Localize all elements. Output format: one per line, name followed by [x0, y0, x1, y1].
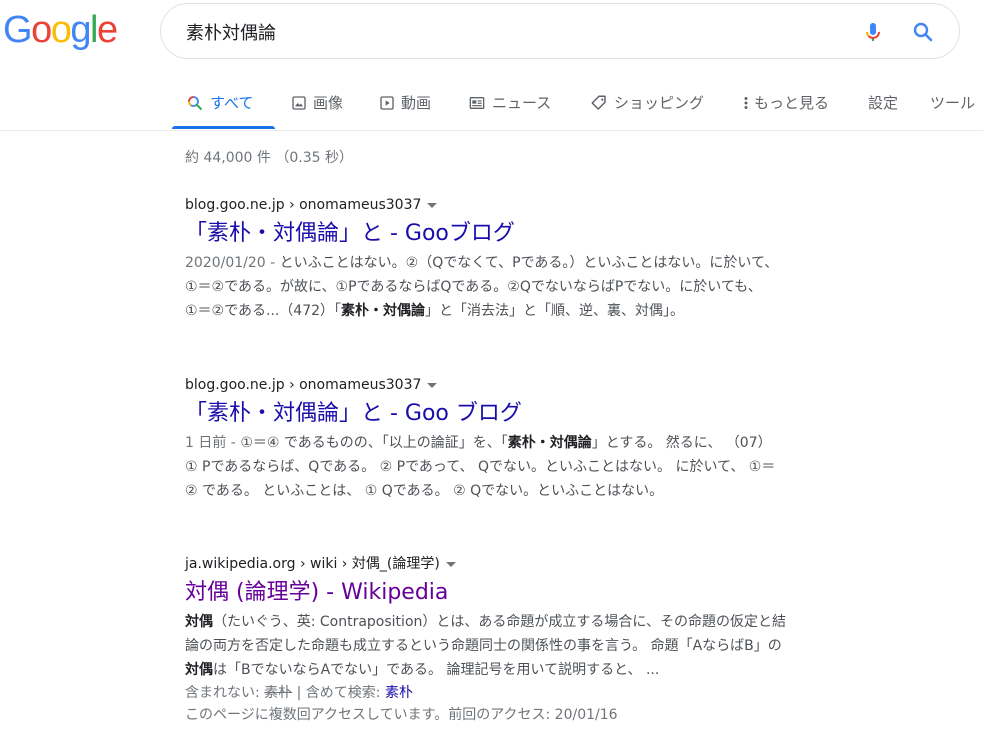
dropdown-arrow-icon[interactable]: [445, 561, 456, 567]
tab-settings[interactable]: 設定: [868, 92, 898, 113]
more-vert-icon: [744, 96, 748, 109]
result-date: 2020/01/20 -: [185, 255, 280, 271]
search-icon: [188, 95, 202, 110]
result-snippet: 2020/01/20 - といふことはない。②（Qでなくて、Pである。）といふこ…: [185, 251, 945, 323]
search-result: ja.wikipedia.org › wiki › 対偶_(論理学) 対偶 (論…: [185, 554, 945, 726]
search-box[interactable]: 素朴対偶論: [160, 3, 960, 59]
tab-label: もっと見る: [754, 94, 830, 112]
snippet-line: 2020/01/20 - といふことはない。②（Qでなくて、Pである。）といふこ…: [185, 251, 945, 275]
snippet-line: ② である。 といふことは、 ① Qである。 ② Qでない。といふことはない。: [185, 479, 945, 503]
snippet-text: ①＝②である...（472）「: [185, 303, 342, 319]
snippet-highlight: 素朴・対偶論: [341, 303, 426, 319]
tab-label: ショッピング: [614, 94, 705, 112]
tab-label: ツール: [930, 94, 976, 112]
result-date: 1 日前 -: [185, 435, 241, 451]
result-cite: blog.goo.ne.jp › onomameus3037: [185, 377, 422, 393]
tab-tools[interactable]: ツール: [930, 92, 975, 113]
result-url[interactable]: ja.wikipedia.org › wiki › 対偶_(論理学): [185, 554, 945, 574]
result-stats: 約 44,000 件 （0.35 秒）: [185, 150, 353, 166]
logo-letter: l: [89, 9, 98, 51]
snippet-line: 論の両方を否定した命題も成立するという命題同士の関係性の事を言う。 命題「Aなら…: [185, 634, 945, 658]
missing-sep: | 含めて検索:: [292, 685, 385, 701]
snippet-text: ①＝②である。が故に、①PであるならばQである。②QでないならばPでない。に於い…: [185, 279, 762, 295]
snippet-highlight: 対偶: [185, 614, 213, 630]
result-title-link[interactable]: 「素朴・対偶論」と - Goo ブログ: [185, 399, 945, 429]
snippet-text: といふことはない。②（Qでなくて、Pである。）といふことはない。に於いて、: [279, 255, 779, 271]
tab-label: 画像: [313, 94, 344, 112]
result-snippet: 対偶（たいぐう、英: Contraposition）とは、ある命題が成立する場合…: [185, 610, 945, 682]
snippet-highlight: 対偶: [185, 662, 213, 678]
dropdown-arrow-icon[interactable]: [427, 202, 438, 208]
active-tab-indicator: [172, 126, 275, 129]
result-cite: blog.goo.ne.jp › onomameus3037: [185, 197, 422, 213]
snippet-text: 」とする。 然るに、 （07）: [591, 435, 772, 451]
tab-videos[interactable]: 動画: [379, 92, 431, 113]
missing-terms: 含まれない: 素朴 | 含めて検索: 素朴: [185, 682, 945, 704]
snippet-text: は「BでないならAでない」である。 論理記号を用いて説明すると、 ...: [213, 662, 660, 678]
snippet-text: ① Pであるならば、Qである。 ② Pであって、 Qでない。といふことはない。 …: [185, 459, 776, 475]
snippet-line: 対偶は「BでないならAでない」である。 論理記号を用いて説明すると、 ...: [185, 658, 945, 682]
result-snippet: 1 日前 - ①＝④ であるものの、「以上の論証」を、「素朴・対偶論」とする。 …: [185, 431, 945, 503]
logo-letter: o: [31, 9, 52, 51]
snippet-text: 論の両方を否定した命題も成立するという命題同士の関係性の事を言う。 命題「Aなら…: [185, 638, 782, 654]
search-tabs: すべて 画像 動画 ニュース ショッピング もっと見る 設定 ツール: [0, 80, 983, 131]
tab-label: 設定: [868, 94, 899, 112]
tab-all[interactable]: すべて: [186, 92, 253, 113]
result-title-link[interactable]: 「素朴・対偶論」と - Gooブログ: [185, 219, 945, 249]
news-icon: [469, 96, 485, 109]
google-logo[interactable]: Google: [3, 8, 118, 52]
visited-notice: このページに複数回アクセスしています。前回のアクセス: 20/01/16: [185, 707, 618, 723]
microphone-icon[interactable]: [861, 20, 885, 44]
logo-letter: e: [96, 9, 118, 51]
logo-letter: o: [50, 9, 72, 51]
video-icon: [380, 95, 394, 110]
snippet-text: （たいぐう、英: Contraposition）とは、ある命題が成立する場合に、…: [213, 614, 786, 630]
tab-images[interactable]: 画像: [291, 92, 343, 113]
tab-label: すべて: [210, 94, 254, 112]
result-url[interactable]: blog.goo.ne.jp › onomameus3037: [185, 195, 945, 215]
tab-more[interactable]: もっと見る: [742, 92, 829, 113]
must-include-link[interactable]: 素朴: [385, 685, 413, 701]
search-input[interactable]: 素朴対偶論: [186, 19, 276, 45]
tab-shopping[interactable]: ショッピング: [590, 92, 704, 113]
dropdown-arrow-icon[interactable]: [427, 382, 438, 388]
missing-prefix: 含まれない:: [185, 685, 265, 701]
result-url[interactable]: blog.goo.ne.jp › onomameus3037: [185, 375, 945, 395]
search-result: blog.goo.ne.jp › onomameus3037 「素朴・対偶論」と…: [185, 195, 945, 323]
snippet-text: ①＝④ であるものの、「以上の論証」を、「: [240, 435, 508, 451]
snippet-line: 1 日前 - ①＝④ であるものの、「以上の論証」を、「素朴・対偶論」とする。 …: [185, 431, 945, 455]
result-cite: ja.wikipedia.org › wiki › 対偶_(論理学): [185, 556, 440, 572]
snippet-line: ① Pであるならば、Qである。 ② Pであって、 Qでない。といふことはない。 …: [185, 455, 945, 479]
snippet-highlight: 素朴・対偶論: [507, 435, 592, 451]
logo-letter: G: [3, 9, 33, 51]
missing-word: 素朴: [264, 685, 293, 701]
snippet-line: ①＝②である...（472）「素朴・対偶論」と「消去法」と「順、逆、裏、対偶」。: [185, 299, 945, 323]
tab-label: ニュース: [492, 94, 552, 112]
result-title-link[interactable]: 対偶 (論理学) - Wikipedia: [185, 578, 945, 608]
search-button[interactable]: [911, 20, 935, 44]
snippet-line: ①＝②である。が故に、①PであるならばQである。②QでないならばPでない。に於い…: [185, 275, 945, 299]
snippet-text: 」と「消去法」と「順、逆、裏、対偶」。: [425, 303, 685, 319]
tab-label: 動画: [401, 94, 432, 112]
logo-letter: g: [70, 9, 91, 51]
tab-news[interactable]: ニュース: [468, 92, 551, 113]
image-icon: [292, 95, 306, 110]
tag-icon: [591, 95, 606, 110]
search-result: blog.goo.ne.jp › onomameus3037 「素朴・対偶論」と…: [185, 375, 945, 503]
snippet-line: 対偶（たいぐう、英: Contraposition）とは、ある命題が成立する場合…: [185, 610, 945, 634]
snippet-text: ② である。 といふことは、 ① Qである。 ② Qでない。といふことはない。: [185, 483, 664, 499]
search-icon: [913, 22, 933, 42]
